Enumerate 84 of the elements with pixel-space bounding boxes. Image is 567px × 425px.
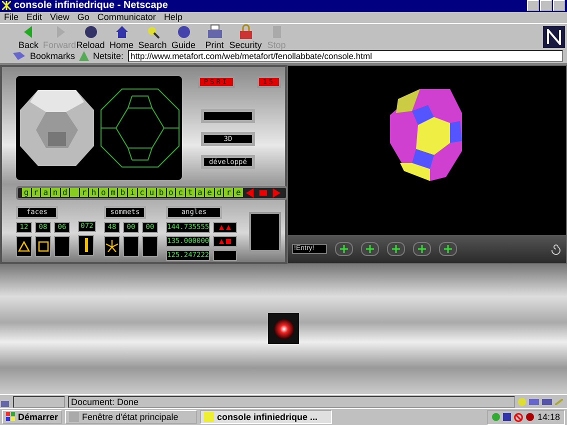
windows-logo-icon [6, 412, 16, 422]
letter-tile: u [147, 188, 156, 198]
letter-tile: r [32, 188, 40, 198]
toolbar-button[interactable]: Print [200, 24, 229, 50]
navigation-button[interactable] [335, 242, 353, 256]
shape-slot [142, 236, 158, 257]
spiral-logo-icon [550, 242, 562, 256]
home-icon [114, 24, 130, 40]
square-icon [38, 240, 48, 252]
crosshair-icon [444, 244, 452, 253]
blank-display [249, 212, 281, 252]
letter-tile: a [41, 188, 50, 198]
star-icon [106, 240, 118, 252]
crosshair-icon [366, 244, 374, 253]
square-icon [226, 238, 231, 244]
taskbar-button[interactable]: Fenêtre d'état principale [65, 410, 198, 424]
location-icon [79, 51, 90, 62]
triangle-icon [18, 240, 30, 252]
menu-item[interactable]: View [50, 12, 70, 22]
crosshair-icon [418, 244, 426, 253]
toolbar-button[interactable]: Home [107, 24, 136, 50]
minimize-button[interactable] [527, 0, 539, 12]
bookmark-icon [12, 51, 26, 62]
app-icon [2, 1, 11, 10]
clock: 14:18 [537, 412, 560, 422]
letter-tile: r [224, 188, 234, 198]
letter-tile: e [205, 188, 214, 198]
letter-tile: o [166, 188, 176, 198]
letter-tile: g [22, 188, 31, 198]
crosshair-icon [392, 244, 400, 253]
sphere-button[interactable] [268, 313, 299, 344]
blank-tile [70, 188, 79, 198]
prohibited-icon[interactable] [514, 412, 524, 422]
letter-tile: d [60, 188, 70, 198]
shape-slot [54, 236, 70, 257]
letter-tile: o [99, 188, 108, 198]
start-button[interactable]: Démarrer [2, 410, 62, 424]
letter-tile: b [118, 188, 128, 198]
maximize-button[interactable] [540, 0, 552, 12]
window-title: console infiniedrique - Netscape [14, 0, 168, 12]
letter-tile: e [234, 188, 243, 198]
menu-item[interactable]: Communicator [97, 12, 156, 22]
letter-tile: h [89, 188, 98, 198]
letter-tile: c [176, 188, 185, 198]
bar-icon [84, 238, 88, 252]
status-cell [13, 396, 65, 408]
letter-tile: d [214, 188, 224, 198]
angle-marker [213, 250, 237, 261]
crosshair-icon [340, 244, 348, 253]
letter-tile: m [108, 188, 118, 198]
window-icon [69, 412, 80, 422]
letter-tile: i [128, 188, 137, 198]
status-text: Document: Done [68, 396, 515, 408]
taskbar-button[interactable]: console infiniedrique ... [200, 410, 332, 424]
bookmarks-button[interactable]: Bookmarks [30, 51, 76, 62]
letter-tile: r [80, 188, 88, 198]
navigation-button[interactable] [387, 242, 405, 256]
toolbar-button[interactable]: Security [231, 24, 260, 50]
window-icon [204, 412, 214, 422]
security-icon [238, 24, 254, 40]
close-button[interactable] [553, 0, 565, 12]
toolbar-button[interactable]: Reload [76, 24, 105, 50]
blank-display [201, 108, 255, 123]
location-label: Netsite: [93, 51, 124, 62]
letter-tile: t [186, 188, 195, 198]
toolbar-button[interactable]: Search [138, 24, 167, 50]
letter-tile: b [156, 188, 166, 198]
menu-item[interactable]: Go [77, 12, 90, 22]
url-field[interactable]: http://www.metafort.com/web/metafort/fenollabbate/console.html [128, 50, 563, 62]
toolbar-button[interactable]: Guide [169, 24, 198, 50]
glowing-sphere-icon [274, 318, 294, 339]
letter-tile: n [50, 188, 60, 198]
menu-item[interactable]: Help [164, 12, 182, 22]
letter-tile: a [196, 188, 204, 198]
letter-tile: c [138, 188, 146, 198]
menu-item[interactable]: File [4, 12, 19, 22]
navigation-button[interactable] [361, 242, 379, 256]
triangle-icon [219, 238, 224, 244]
playback-controls-icon[interactable] [244, 188, 282, 198]
navigation-button[interactable] [413, 242, 431, 256]
navigation-button[interactable] [439, 242, 457, 256]
menu-item[interactable]: Edit [26, 12, 42, 22]
shape-slot [123, 236, 139, 257]
toolbar-button[interactable]: Back [14, 24, 43, 50]
